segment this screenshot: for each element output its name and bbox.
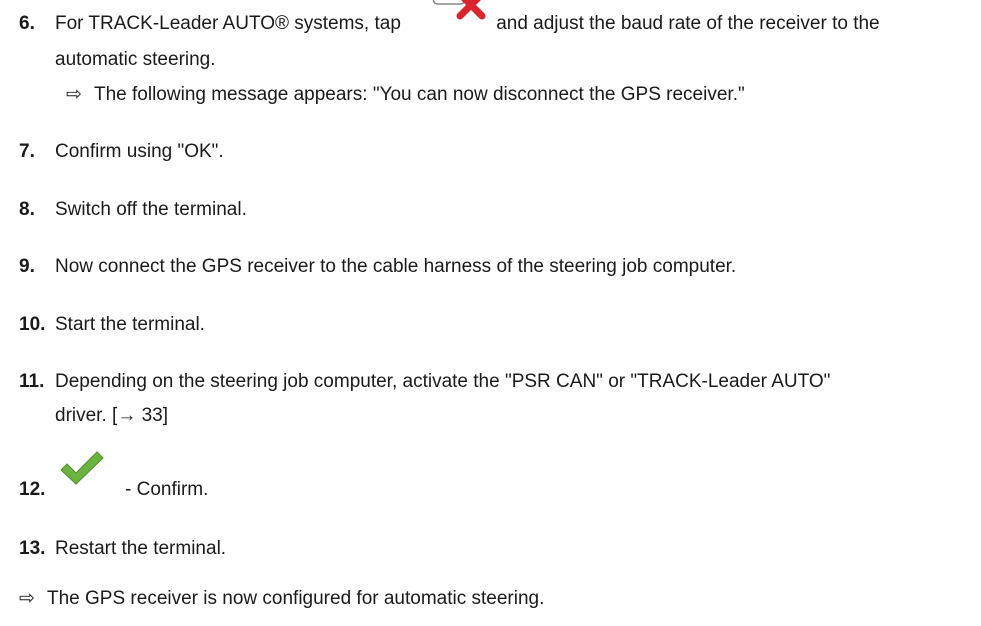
green-checkmark-icon[interactable] bbox=[55, 451, 125, 505]
step-9: 9. Now connect the GPS receiver to the ca… bbox=[19, 251, 736, 282]
step-text: and adjust the baud rate of the receiver… bbox=[496, 13, 880, 34]
result-text: The following message appears: "You can … bbox=[94, 84, 745, 105]
final-result: ⇨ The GPS receiver is now configured for … bbox=[19, 583, 544, 614]
step-8: 8. Switch off the terminal. bbox=[19, 194, 247, 225]
step-text: - Confirm. bbox=[125, 479, 209, 500]
step-number: 9. bbox=[19, 256, 35, 277]
step-number: 10. bbox=[19, 314, 46, 335]
step-12: 12. - Confirm. bbox=[19, 451, 209, 505]
step-11: 11. Depending on the steering job compute… bbox=[19, 366, 830, 397]
step-6: 6. For TRACK-Leader AUTO® systems, tap an… bbox=[19, 0, 880, 39]
step-text: Start the terminal. bbox=[55, 314, 205, 335]
step-text: Now connect the GPS receiver to the cabl… bbox=[55, 256, 737, 277]
cross-reference-page[interactable]: 33 bbox=[142, 405, 163, 426]
step-text: For TRACK-Leader AUTO® systems, tap bbox=[55, 13, 401, 34]
step-number: 8. bbox=[19, 199, 35, 220]
serial-port-disconnect-icon[interactable] bbox=[406, 0, 496, 39]
result-arrow-icon: ⇨ bbox=[19, 588, 35, 609]
step-text: Switch off the terminal. bbox=[55, 199, 247, 220]
final-result-text: The GPS receiver is now configured for a… bbox=[47, 588, 545, 609]
step-number: 7. bbox=[19, 141, 35, 162]
step-7: 7. Confirm using "OK". bbox=[19, 136, 224, 167]
step-11-continued: driver. [→ 33] bbox=[55, 400, 168, 431]
step-6-result: ⇨ The following message appears: "You can… bbox=[66, 79, 745, 110]
step-text: driver. [ bbox=[55, 405, 118, 426]
step-text: Confirm using "OK". bbox=[55, 141, 224, 162]
step-number: 12. bbox=[19, 479, 46, 500]
step-text: Restart the terminal. bbox=[55, 538, 227, 559]
step-number: 13. bbox=[19, 538, 46, 559]
step-10: 10. Start the terminal. bbox=[19, 309, 205, 340]
step-number: 6. bbox=[19, 13, 35, 34]
step-number: 11. bbox=[19, 371, 45, 392]
step-text: Depending on the steering job computer, … bbox=[55, 371, 831, 392]
step-13: 13. Restart the terminal. bbox=[19, 533, 226, 564]
step-6-continued: automatic steering. bbox=[55, 49, 216, 70]
result-arrow-icon: ⇨ bbox=[66, 84, 82, 105]
step-text: ] bbox=[162, 405, 169, 426]
cross-reference-arrow-icon[interactable]: → bbox=[117, 405, 136, 426]
